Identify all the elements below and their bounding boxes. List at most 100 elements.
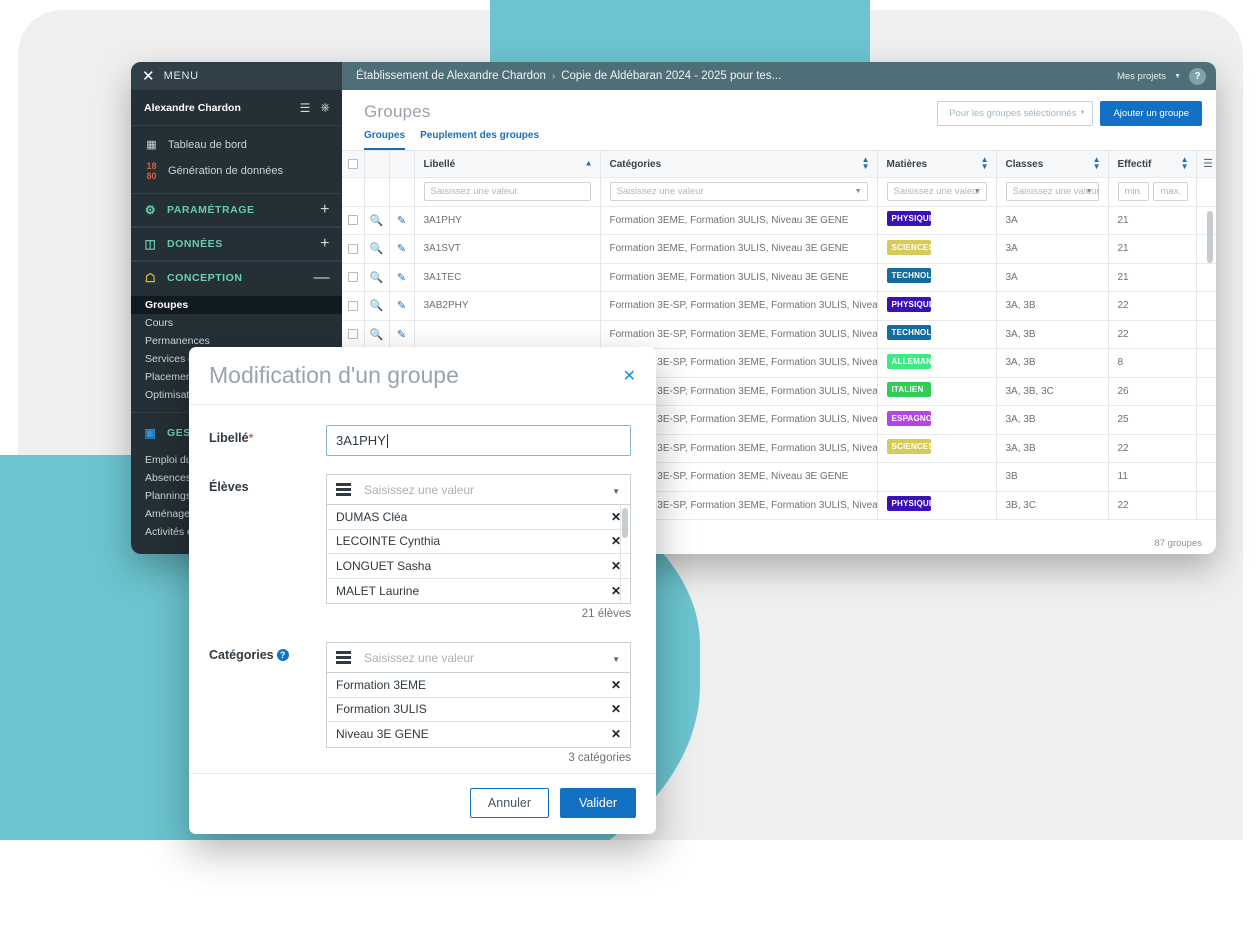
view-col-header	[364, 150, 390, 178]
validate-button[interactable]: Valider	[560, 788, 636, 818]
pencil-icon[interactable]: ✎	[397, 243, 406, 255]
search-icon[interactable]: 🔍	[370, 329, 384, 341]
categories-select-header[interactable]: Saisissez une valeur ▼	[326, 642, 631, 672]
my-projects-label[interactable]: Mes projets	[1117, 71, 1166, 82]
row-view-cell[interactable]: 🔍	[364, 206, 390, 235]
sidebar-item-generation-de-donnees[interactable]: 18 80 Génération de données	[131, 156, 342, 186]
select-all-header[interactable]	[342, 150, 365, 178]
tab-groupes[interactable]: Groupes	[364, 130, 406, 150]
row-edit-cell[interactable]: ✎	[389, 291, 415, 321]
filter-input-effectif-min[interactable]: min.	[1117, 182, 1150, 202]
remove-categorie-icon[interactable]: ✕	[611, 702, 621, 716]
sort-both-icon[interactable]: ▲ ▼	[1181, 156, 1189, 171]
sidebar-item-tableau-de-bord[interactable]: ▦ Tableau de bord	[131, 133, 342, 156]
row-view-cell[interactable]: 🔍	[364, 291, 390, 321]
chevron-down-icon[interactable]: ▼	[612, 487, 620, 496]
table-row[interactable]: 🔍 ✎ 3A1PHY Formation 3EME, Formation 3ULIS,…	[342, 206, 1216, 235]
filter-blank	[342, 177, 365, 207]
breadcrumb-current[interactable]: Copie de Aldébaran 2024 - 2025 pour tes.…	[561, 70, 781, 82]
chevron-down-icon[interactable]: ▼	[1086, 188, 1093, 195]
table-row[interactable]: 🔍 ✎ 3AB2PHY Formation 3E-SP, Formation 3EME…	[342, 291, 1216, 321]
row-checkbox[interactable]	[347, 329, 358, 340]
pencil-icon[interactable]: ✎	[397, 215, 406, 227]
sort-both-icon[interactable]: ▲ ▼	[862, 156, 870, 171]
sidebar-item-groupes[interactable]: Groupes	[131, 296, 342, 314]
tab-peuplement-des-groupes[interactable]: Peuplement des groupes	[420, 130, 539, 150]
sort-both-icon[interactable]: ▲ ▼	[981, 156, 989, 171]
row-checkbox[interactable]	[347, 272, 358, 283]
remove-categorie-icon[interactable]: ✕	[611, 727, 621, 741]
row-view-cell[interactable]: 🔍	[364, 320, 390, 349]
column-header-libelle[interactable]: Libellé ▲	[414, 150, 601, 178]
row-select-cell[interactable]	[342, 206, 365, 235]
search-icon[interactable]: 🔍	[370, 243, 384, 255]
row-checkbox[interactable]	[347, 243, 358, 254]
chevron-down-icon[interactable]: ▼	[1174, 73, 1181, 80]
table-row[interactable]: 🔍 ✎ 3A1TEC Formation 3EME, Formation 3ULIS,…	[342, 263, 1216, 292]
row-select-cell[interactable]	[342, 291, 365, 321]
sidebar-item-cours[interactable]: Cours	[131, 314, 342, 332]
add-group-button[interactable]: Ajouter un groupe	[1100, 101, 1202, 126]
help-icon[interactable]: ?	[276, 649, 289, 661]
table-vertical-scrollbar[interactable]	[1207, 211, 1213, 263]
row-view-cell[interactable]: 🔍	[364, 263, 390, 292]
row-edit-cell[interactable]: ✎	[389, 206, 415, 235]
required-asterisk: *	[248, 431, 254, 445]
row-select-cell[interactable]	[342, 263, 365, 292]
row-checkbox[interactable]	[347, 300, 358, 311]
cancel-button[interactable]: Annuler	[469, 788, 550, 818]
filter-input-effectif-max[interactable]: max.	[1153, 182, 1188, 202]
row-edit-cell[interactable]: ✎	[389, 234, 415, 264]
column-header-matieres[interactable]: Matières ▲ ▼	[877, 150, 997, 178]
sort-ascending-icon[interactable]: ▲	[585, 159, 593, 168]
filter-input-libelle[interactable]: Saisissez une valeur	[423, 182, 591, 202]
sidebar-menu-toggle[interactable]: ✕ MENU	[131, 62, 342, 90]
chevron-down-icon[interactable]: ▼	[855, 188, 862, 195]
column-settings-icon[interactable]: ☰	[1203, 157, 1213, 170]
filter-input-categories[interactable]: Saisissez une valeur ▼	[609, 182, 868, 202]
power-icon[interactable]: ⎈	[320, 100, 330, 115]
chevron-down-icon[interactable]: ▼	[612, 655, 620, 664]
table-row[interactable]: 🔍 ✎ 3A1SVT Formation 3EME, Formation 3ULIS,…	[342, 234, 1216, 264]
select-all-checkbox[interactable]	[347, 158, 358, 169]
sidebar-group-donnees[interactable]: ◫ DONNÉES +	[131, 227, 342, 261]
search-icon[interactable]: 🔍	[370, 272, 384, 284]
pencil-icon[interactable]: ✎	[397, 300, 406, 312]
cell-matieres: SCIENCES	[877, 234, 997, 264]
breadcrumb-root[interactable]: Établissement de Alexandre Chardon	[356, 70, 546, 82]
libelle-input[interactable]: 3A1PHY	[326, 425, 631, 456]
expand-plus-icon[interactable]: +	[320, 201, 330, 217]
filter-input-classes[interactable]: Saisissez une valeur ▼	[1005, 182, 1100, 202]
expand-plus-icon[interactable]: +	[320, 235, 330, 251]
search-icon[interactable]: 🔍	[370, 215, 384, 227]
eleves-select-header[interactable]: Saisissez une valeur ▼	[326, 474, 631, 504]
help-icon[interactable]: ?	[1189, 67, 1206, 85]
filter-cell-categories: Saisissez une valeur ▼	[600, 177, 878, 207]
pencil-icon[interactable]: ✎	[397, 272, 406, 284]
column-header-categories[interactable]: Catégories ▲ ▼	[600, 150, 878, 178]
list-menu-icon[interactable]	[336, 651, 351, 664]
chevron-down-icon[interactable]: ▼	[974, 188, 981, 195]
column-header-effectif[interactable]: Effectif ▲ ▼	[1108, 150, 1197, 178]
row-select-cell[interactable]	[342, 234, 365, 264]
sliders-icon[interactable]: ☰	[300, 101, 311, 115]
table-row[interactable]: 🔍 ✎ Formation 3E-SP, Formation 3EME, Forma…	[342, 320, 1216, 349]
remove-categorie-icon[interactable]: ✕	[611, 678, 621, 692]
row-select-cell[interactable]	[342, 320, 365, 349]
close-x-icon[interactable]: ✕	[623, 366, 636, 386]
sort-both-icon[interactable]: ▲ ▼	[1093, 156, 1101, 171]
pencil-icon[interactable]: ✎	[397, 329, 406, 341]
row-edit-cell[interactable]: ✎	[389, 263, 415, 292]
list-menu-icon[interactable]	[336, 483, 351, 496]
search-icon[interactable]: 🔍	[370, 300, 384, 312]
row-view-cell[interactable]: 🔍	[364, 234, 390, 264]
row-edit-cell[interactable]: ✎	[389, 320, 415, 349]
bulk-actions-dropdown[interactable]: Pour les groupes sélectionnés ▼	[937, 101, 1094, 126]
sidebar-group-conception[interactable]: ☖ CONCEPTION —	[131, 261, 342, 294]
sidebar-group-parametrage[interactable]: ⚙ PARAMÉTRAGE +	[131, 193, 342, 227]
row-checkbox[interactable]	[347, 215, 358, 226]
column-header-classes[interactable]: Classes ▲ ▼	[996, 150, 1109, 178]
eleves-scrollbar-thumb[interactable]	[622, 508, 628, 538]
collapse-minus-icon[interactable]: —	[313, 269, 330, 285]
filter-input-matieres[interactable]: Saisissez une valeur ▼	[886, 182, 987, 202]
